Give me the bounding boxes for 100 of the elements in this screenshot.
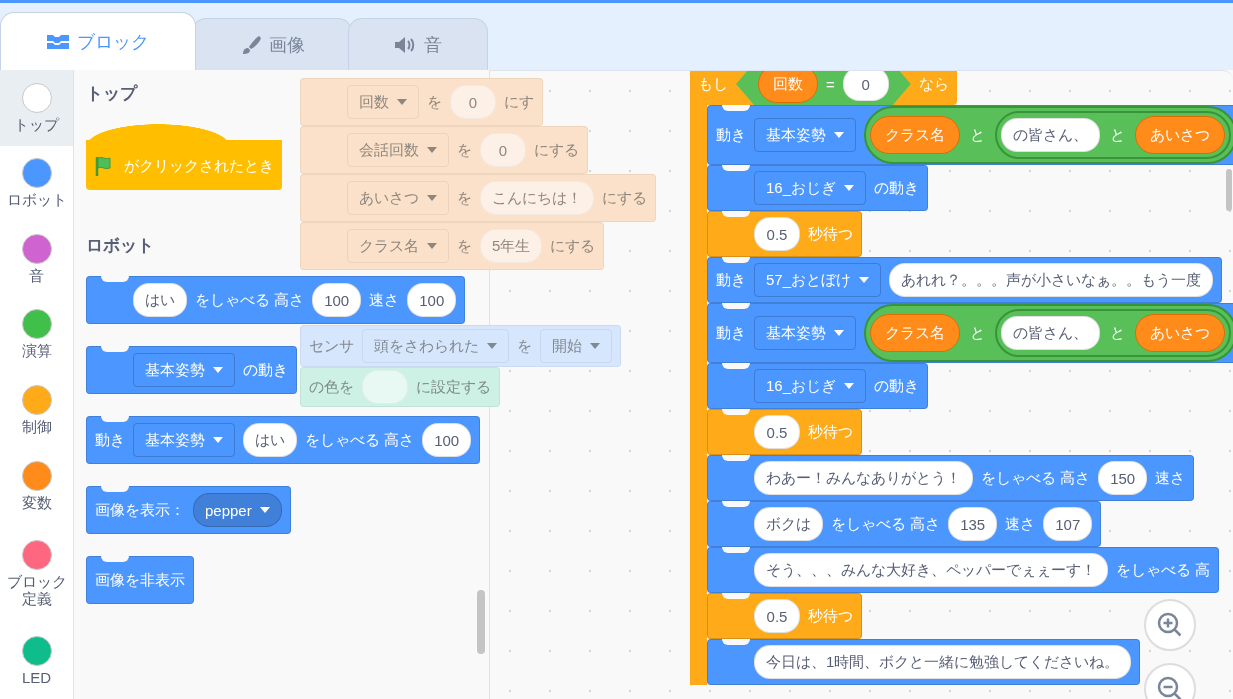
category-item[interactable]: 音	[0, 221, 73, 297]
command-block[interactable]: 0.5 秒待つ	[707, 211, 862, 257]
command-block[interactable]: はい をしゃべる 高さ 100 速さ 100	[86, 276, 466, 324]
block-label: をしゃべる 高	[1116, 560, 1211, 580]
join-reporter[interactable]: の皆さん、 と あいさつ	[995, 111, 1231, 159]
input-field[interactable]: こんにちは！	[480, 181, 594, 215]
input-field[interactable]: あれれ？。。。声が小さいなぁ。。もう一度	[889, 263, 1214, 297]
input-field[interactable]: 150	[1098, 461, 1148, 495]
block-label: を	[457, 140, 472, 160]
command-block[interactable]: わあー！みんなありがとう！ をしゃべる 高さ 150 速さ	[707, 455, 1195, 501]
input-field[interactable]: そう、、、みんな大好き、ペッパーでぇぇーす！	[754, 553, 1108, 587]
section-heading: ロボット	[86, 235, 154, 257]
category-item[interactable]: ロボット	[0, 145, 73, 222]
input-field[interactable]: の皆さん、	[1001, 316, 1100, 350]
block-label: 画像を非表示	[95, 570, 185, 590]
block-label: 動き	[95, 430, 125, 450]
input-field[interactable]: 0.5	[754, 599, 800, 633]
scrollbar[interactable]	[1226, 169, 1232, 211]
command-block[interactable]: 0.5 秒待つ	[707, 409, 862, 455]
block-label: がクリックされたとき	[124, 156, 274, 176]
block-label: をしゃべる 高さ	[831, 514, 941, 534]
dragged-block[interactable]: あいさつ を こんにちは！ にする	[300, 174, 656, 222]
input-field[interactable]: 100	[407, 283, 457, 317]
speaker-icon	[394, 35, 416, 54]
block-label: を	[457, 236, 472, 256]
dragged-block[interactable]: 会話回数 を 0 にする	[300, 126, 588, 174]
block-label: と	[1110, 323, 1125, 343]
input-field[interactable]	[362, 370, 408, 404]
dropdown-menu[interactable]: pepper	[193, 493, 282, 527]
input-field[interactable]: ボクは	[754, 507, 823, 541]
block-label: の動き	[874, 178, 920, 198]
input-field[interactable]: はい	[133, 283, 187, 317]
zoom-in-button[interactable]	[1144, 599, 1196, 651]
input-field[interactable]: の皆さん、	[1001, 118, 1100, 152]
block-label: をしゃべる 高さ	[305, 430, 415, 450]
caret-icon	[859, 277, 870, 283]
input-field[interactable]: 0.5	[754, 217, 800, 251]
caret-icon	[397, 99, 407, 105]
input-field[interactable]: 135	[948, 507, 998, 541]
block-label: を	[457, 188, 472, 208]
caret-icon	[213, 437, 223, 443]
command-block[interactable]: そう、、、みんな大好き、ペッパーでぇぇーす！ をしゃべる 高	[707, 547, 1220, 593]
block-label: にす	[504, 92, 534, 112]
category-item[interactable]: 演算	[0, 296, 73, 373]
input-field[interactable]: 0	[480, 133, 526, 167]
input-field[interactable]: 0	[842, 71, 889, 101]
caret-icon	[427, 243, 437, 249]
block-label: をしゃべる 高さ	[195, 290, 305, 310]
block-label: と	[970, 125, 985, 145]
command-block[interactable]: 画像を表示： pepper	[86, 486, 291, 534]
input-field[interactable]: 0.5	[754, 415, 800, 449]
input-field[interactable]: はい	[243, 423, 297, 457]
caret-icon	[590, 343, 600, 349]
command-block[interactable]: 動き 基本姿勢 クラス名 と の皆さん、 と あいさつ	[707, 105, 1233, 165]
block-label: 速さ	[369, 290, 400, 310]
category-item[interactable]: ブロック定義	[0, 523, 73, 624]
category-item[interactable]: 制御	[0, 372, 73, 449]
caret-icon	[213, 367, 223, 373]
section-heading: トップ	[86, 83, 137, 105]
caret-icon	[844, 383, 855, 389]
command-block[interactable]: 動き 57_おとぼけ あれれ？。。。声が小さいなぁ。。もう一度	[707, 257, 1223, 303]
join-reporter[interactable]: の皆さん、 と あいさつ	[995, 309, 1231, 357]
command-block[interactable]: 動き 基本姿勢 はい をしゃべる 高さ 100	[86, 416, 481, 464]
input-field[interactable]: 今日は、1時間、ボクと一緒に勉強してくださいね。	[754, 645, 1132, 679]
block-label: の動き	[874, 376, 920, 396]
command-block[interactable]: 今日は、1時間、ボクと一緒に勉強してくださいね。	[707, 639, 1141, 685]
block-label: 画像を表示：	[95, 500, 185, 520]
block-label: にする	[550, 236, 596, 256]
block-label: にする	[602, 188, 647, 208]
block-label: 速さ	[1005, 514, 1036, 534]
input-field[interactable]: わあー！みんなありがとう！	[754, 461, 973, 495]
dragged-block[interactable]: 回数 を 0 にす	[300, 78, 543, 126]
join-reporter[interactable]: クラス名 と の皆さん、 と あいさつ	[864, 106, 1233, 164]
category-item[interactable]: LED	[0, 623, 73, 699]
zoom-in-icon	[1156, 611, 1184, 639]
if-block[interactable]: もし 回数 = 0 なら	[690, 71, 957, 105]
category-item[interactable]: 変数	[0, 448, 73, 524]
join-reporter[interactable]: クラス名 と の皆さん、 と あいさつ	[864, 304, 1233, 362]
block-label: 動き	[716, 270, 746, 290]
block-label: の動き	[243, 360, 288, 380]
input-field[interactable]: 100	[422, 423, 472, 457]
caret-icon	[427, 195, 437, 201]
equals-condition[interactable]: 回数 = 0	[736, 71, 911, 105]
command-block[interactable]: ボクは をしゃべる 高さ 135 速さ 107	[707, 501, 1102, 547]
caret-icon	[427, 147, 437, 153]
block-label: を	[517, 336, 532, 356]
block-label: 速さ	[1155, 468, 1186, 488]
scrollbar[interactable]	[477, 590, 485, 654]
input-field[interactable]: 100	[312, 283, 362, 317]
caret-icon	[834, 132, 844, 138]
input-field[interactable]: 107	[1043, 507, 1093, 541]
zoom-out-icon	[1156, 675, 1184, 699]
block-label: を	[427, 92, 442, 112]
category-item[interactable]: トップ	[0, 70, 73, 146]
block-label: にする	[534, 140, 579, 160]
command-block[interactable]: 0.5 秒待つ	[707, 593, 862, 639]
command-block[interactable]: 動き 基本姿勢 クラス名 と の皆さん、 と あいさつ	[707, 303, 1233, 363]
block-label: をしゃべる 高さ	[981, 468, 1091, 488]
blocks-icon	[47, 33, 69, 50]
input-field[interactable]: 0	[450, 85, 496, 119]
